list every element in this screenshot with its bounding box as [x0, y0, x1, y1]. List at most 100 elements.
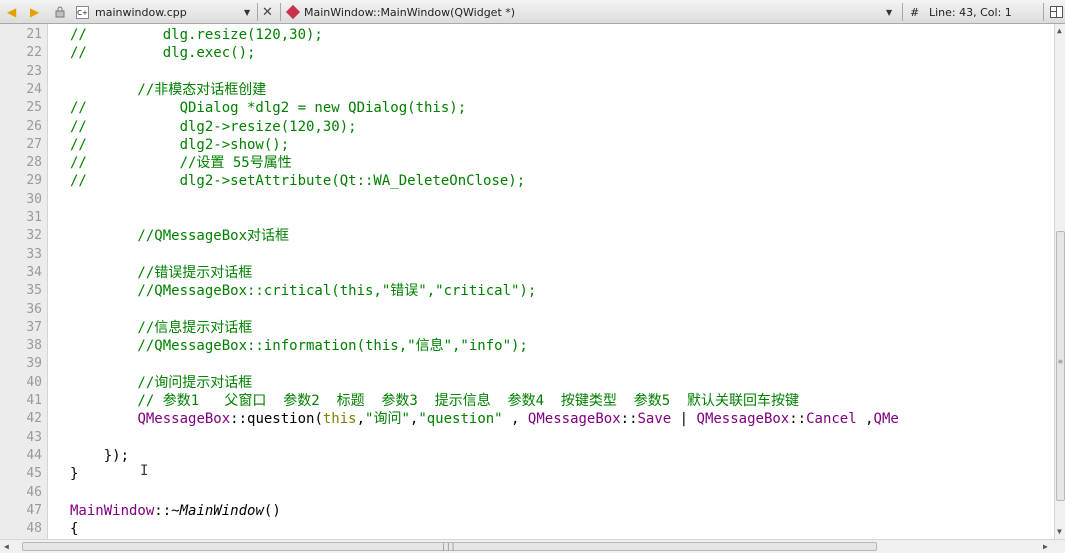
line-number: 48 [26, 521, 42, 537]
line-number: 25 [26, 100, 42, 116]
file-selector[interactable]: C+ mainwindow.cpp ▼ [76, 0, 256, 24]
code-token: QMe [873, 411, 899, 428]
line-number: 29 [26, 173, 42, 189]
forward-arrow-icon[interactable]: ▶ [30, 0, 39, 24]
cpp-file-icon: C+ [76, 5, 89, 19]
line-number: 30 [26, 191, 42, 207]
line-number: 34 [26, 264, 42, 280]
current-symbol: MainWindow::MainWindow(QWidget *) [304, 5, 516, 19]
close-icon[interactable]: ✕ [262, 0, 273, 24]
code-token: // QDialog *dlg2 = new QDialog(this); [70, 100, 467, 117]
code-line[interactable]: } [70, 465, 78, 483]
code-token: "question" [418, 411, 503, 428]
code-token: , [502, 411, 528, 428]
line-number: 46 [26, 484, 42, 500]
code-line[interactable]: { [70, 520, 78, 538]
cursor-position[interactable]: Line: 43, Col: 1 [929, 0, 1012, 24]
hash-label: # [910, 5, 920, 19]
split-icon[interactable] [1050, 0, 1063, 24]
code-line[interactable]: // //设置 55号属性 [70, 154, 292, 172]
code-token: //QMessageBox::information(this,"信息","in… [70, 338, 528, 355]
code-token: //QMessageBox对话框 [70, 228, 290, 245]
line-number: 37 [26, 319, 42, 335]
grip-icon: ≡ [1058, 357, 1063, 366]
code-line[interactable]: // dlg.resize(120,30); [70, 26, 323, 44]
toolbar-divider [1043, 3, 1044, 21]
code-line[interactable]: // dlg2->setAttribute(Qt::WA_DeleteOnClo… [70, 172, 525, 190]
line-number: 39 [26, 356, 42, 372]
code-line[interactable]: // dlg2->resize(120,30); [70, 118, 357, 136]
code-token: MainWindow [70, 502, 155, 519]
line-number: 28 [26, 155, 42, 171]
code-token: { [70, 521, 79, 538]
code-token: , [356, 411, 366, 428]
code-token: //非模态对话框创建 [70, 81, 267, 98]
code-token: //信息提示对话框 [70, 319, 253, 336]
chevron-down-icon[interactable]: ▼ [244, 8, 250, 17]
back-arrow-icon[interactable]: ◀ [7, 0, 16, 24]
line-number: 21 [26, 27, 42, 42]
code-editor[interactable]: 21 22 23 24 25 26 27 28 29 30 31 32 33 34 35 36 37 38 39 40… [0, 24, 1054, 539]
code-line[interactable]: QMessageBox::question(this,"询问","questio… [70, 410, 899, 428]
code-line[interactable]: //错误提示对话框 [70, 264, 252, 282]
scroll-left-icon[interactable]: ◀ [4, 542, 9, 551]
code-token: // 参数1 父窗口 参数2 标题 参数3 提示信息 参数4 按键类型 参数5 … [70, 393, 800, 409]
code-token: //QMessageBox::critical(this,"错误","criti… [70, 283, 537, 300]
toolbar-divider [280, 3, 281, 21]
horizontal-scroll-thumb[interactable]: ||| [22, 542, 877, 551]
line-number: 42 [26, 411, 42, 427]
code-token: :: [620, 411, 638, 428]
horizontal-scrollbar[interactable]: ◀ ||| ▶ [0, 539, 1065, 553]
code-token: // //设置 55号属性 [70, 155, 292, 172]
code-token: Save [637, 411, 672, 428]
scroll-down-icon[interactable]: ▼ [1057, 527, 1062, 536]
code-token: QMessageBox [137, 411, 231, 428]
code-line[interactable]: //QMessageBox::critical(this,"错误","criti… [70, 282, 536, 300]
line-number: 41 [26, 393, 42, 408]
code-token: | [671, 411, 697, 428]
line-number: 47 [26, 502, 42, 518]
line-number: 26 [26, 118, 42, 134]
code-token: // dlg2->resize(120,30); [70, 118, 357, 135]
code-token: this [322, 411, 357, 428]
code-line[interactable]: //QMessageBox::information(this,"信息","in… [70, 337, 528, 355]
symbol-selector[interactable]: MainWindow::MainWindow(QWidget *) ▼ [285, 0, 898, 24]
code-line[interactable]: // 参数1 父窗口 参数2 标题 参数3 提示信息 参数4 按键类型 参数5 … [70, 392, 799, 410]
code-line[interactable]: }); [70, 447, 129, 465]
scroll-up-icon[interactable]: ▲ [1057, 26, 1062, 35]
line-number: 45 [26, 466, 42, 482]
scroll-right-icon[interactable]: ▶ [1043, 542, 1048, 551]
code-line[interactable]: MainWindow::~MainWindow() [70, 502, 281, 520]
vertical-scroll-thumb[interactable]: ≡ [1056, 231, 1065, 501]
code-token: :: [789, 411, 807, 428]
code-line[interactable]: // QDialog *dlg2 = new QDialog(this); [70, 99, 466, 117]
code-line[interactable]: //QMessageBox对话框 [70, 227, 289, 245]
line-number: 44 [26, 447, 42, 463]
text-cursor-icon: I [140, 463, 149, 479]
line-number: 32 [26, 228, 42, 244]
code-token: () [263, 502, 281, 519]
code-line[interactable]: //非模态对话框创建 [70, 81, 266, 99]
code-line[interactable]: //信息提示对话框 [70, 319, 252, 337]
chevron-down-icon[interactable]: ▼ [886, 8, 892, 17]
vertical-scrollbar[interactable]: ▲ ≡ ▼ [1054, 24, 1065, 539]
line-number: 35 [26, 283, 42, 299]
lock-icon[interactable] [54, 0, 66, 24]
code-token: }); [70, 447, 130, 464]
line-number: 27 [26, 136, 42, 152]
code-token: MainWindow [179, 502, 264, 519]
code-token: // dlg2->setAttribute(Qt::WA_DeleteOnClo… [70, 173, 526, 190]
line-number: 40 [26, 374, 42, 390]
code-line[interactable]: // dlg.exec(); [70, 44, 255, 62]
editor-toolbar: ◀ ▶ C+ mainwindow.cpp ▼ ✕ MainWindow::Ma… [0, 0, 1065, 24]
code-line[interactable]: //询问提示对话框 [70, 374, 252, 392]
code-token: // dlg.resize(120,30); [70, 27, 323, 43]
code-token: //询问提示对话框 [70, 374, 253, 391]
toolbar-divider [257, 3, 258, 21]
grip-icon: ||| [441, 542, 456, 551]
code-token: "询问" [365, 411, 410, 428]
code-token: ::question( [230, 411, 323, 428]
code-line[interactable]: // dlg2->show(); [70, 136, 289, 154]
method-icon [285, 4, 301, 20]
